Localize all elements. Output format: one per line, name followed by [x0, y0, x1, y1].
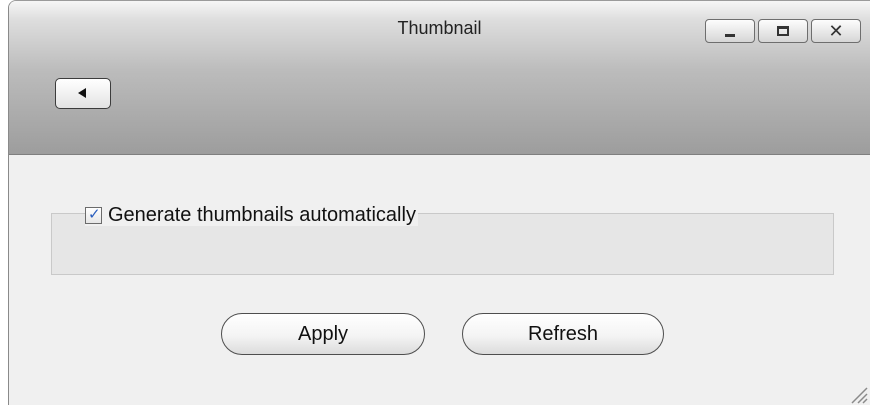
minimize-icon [725, 34, 735, 37]
thumbnail-window: Thumbnail ✕ ✓ Generate thumbnails automa… [8, 0, 870, 405]
generate-thumbnails-label[interactable]: Generate thumbnails automatically [108, 204, 416, 226]
close-button[interactable]: ✕ [811, 19, 861, 43]
generate-thumbnails-checkbox[interactable]: ✓ [85, 205, 102, 224]
minimize-button[interactable] [705, 19, 755, 43]
generate-thumbnails-option[interactable]: ✓ Generate thumbnails automatically [85, 204, 418, 226]
checkmark-icon: ✓ [88, 205, 101, 223]
settings-panel: ✓ Generate thumbnails automatically Appl… [9, 155, 870, 405]
close-icon: ✕ [828, 21, 844, 41]
maximize-icon [777, 26, 789, 36]
back-button[interactable] [55, 78, 111, 109]
maximize-button[interactable] [758, 19, 808, 43]
resize-grip-icon[interactable] [848, 384, 868, 404]
apply-button[interactable]: Apply [221, 313, 425, 355]
window-controls: ✕ [705, 19, 866, 45]
title-bar: Thumbnail ✕ [9, 1, 870, 155]
refresh-button[interactable]: Refresh [462, 313, 664, 355]
back-arrow-icon [78, 88, 86, 98]
